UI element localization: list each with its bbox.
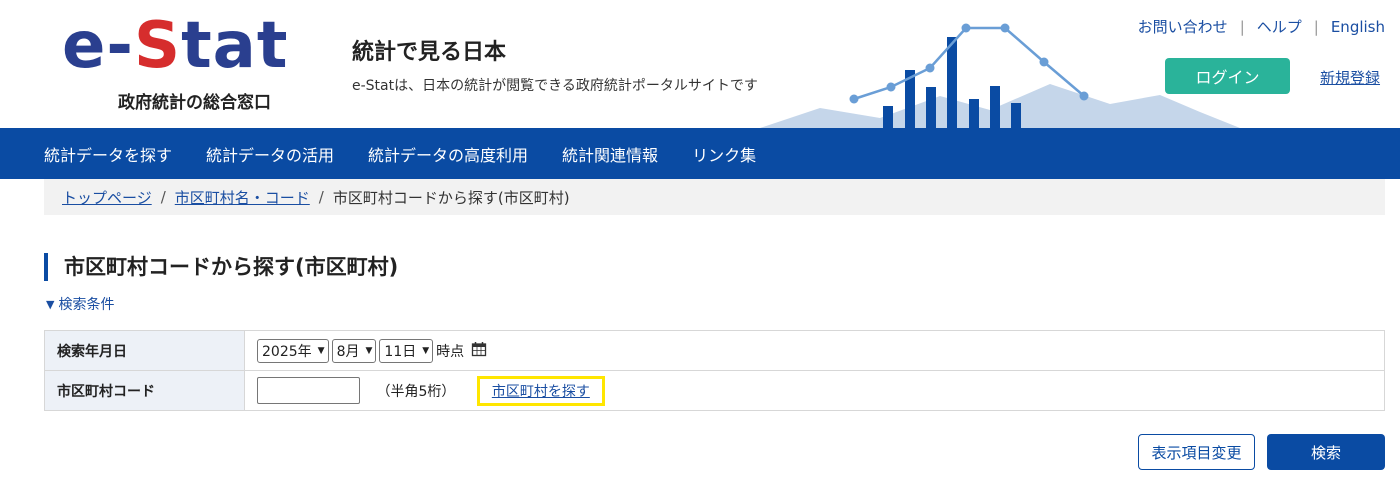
municipality-code-cell: （半角5桁） 市区町村を探す [244, 370, 1385, 411]
date-suffix: 時点 [436, 343, 465, 360]
change-display-items-button[interactable]: 表示項目変更 [1138, 434, 1255, 470]
logo-subtitle: 政府統計の総合窓口 [118, 93, 271, 113]
logo-wordmark-text: e-Stat [62, 9, 289, 83]
logo-wordmark: e-Stat [62, 10, 288, 82]
page-title: 市区町村コードから探す(市区町村) [44, 253, 398, 281]
date-label: 検索年月日 [44, 330, 245, 371]
site-header: e-Stat 政府統計の総合窓口 統計で見る日本 e-Statは、日本の統計が閲… [0, 0, 1400, 128]
utility-separator: | [1239, 17, 1245, 36]
chevron-down-icon: ▼ [365, 345, 373, 356]
chevron-down-icon: ▼ [422, 345, 430, 356]
global-nav: 統計データを探す 統計データの活用 統計データの高度利用 統計関連情報 リンク集 [0, 128, 1400, 179]
search-button[interactable]: 検索 [1267, 434, 1385, 470]
triangle-down-icon: ▼ [46, 297, 55, 311]
search-conditions-toggle[interactable]: ▼ 検索条件 [46, 294, 114, 314]
register-link[interactable]: 新規登録 [1320, 67, 1380, 88]
nav-item-advanced-usage[interactable]: 統計データの高度利用 [368, 142, 528, 166]
nav-item-related-info[interactable]: 統計関連情報 [562, 142, 658, 166]
breadcrumb-separator: / [318, 188, 324, 206]
search-conditions-label: 検索条件 [58, 297, 115, 313]
help-link[interactable]: ヘルプ [1257, 16, 1302, 37]
code-format-note: （半角5桁） [376, 383, 456, 400]
utility-separator: | [1313, 17, 1319, 36]
chevron-down-icon: ▼ [317, 345, 325, 356]
contact-link[interactable]: お問い合わせ [1138, 16, 1228, 37]
nav-item-data-usage[interactable]: 統計データの活用 [206, 142, 334, 166]
search-municipality-highlight: 市区町村を探す [476, 375, 605, 406]
english-link[interactable]: English [1331, 18, 1385, 36]
utility-links: お問い合わせ | ヘルプ | English [1138, 16, 1385, 37]
nav-item-find-data[interactable]: 統計データを探す [44, 142, 172, 166]
breadcrumb-top[interactable]: トップページ [62, 187, 152, 208]
day-select[interactable]: 11日 ▼ [379, 338, 434, 363]
day-select-value: 11日 [384, 343, 417, 360]
breadcrumb-municipality[interactable]: 市区町村名・コード [175, 187, 310, 208]
date-cell: 2025年 ▼ 8月 ▼ 11日 ▼ 時点 [244, 330, 1385, 371]
year-select[interactable]: 2025年 ▼ [257, 338, 329, 363]
estat-logo[interactable]: e-Stat 政府統計の総合窓口 [62, 10, 302, 120]
search-municipality-link[interactable]: 市区町村を探す [492, 384, 590, 400]
site-description: e-Statは、日本の統計が閲覧できる政府統計ポータルサイトです [352, 78, 758, 94]
search-conditions-table: 検索年月日 2025年 ▼ 8月 ▼ 11日 ▼ 時点 市区町村コード （半角5… [44, 330, 1385, 411]
nav-item-links[interactable]: リンク集 [692, 142, 756, 166]
calendar-icon[interactable] [471, 341, 487, 361]
login-button[interactable]: ログイン [1165, 58, 1290, 94]
year-select-value: 2025年 [262, 343, 312, 360]
month-select-value: 8月 [336, 343, 360, 360]
site-title: 統計で見る日本 [352, 40, 507, 65]
municipality-code-input[interactable] [257, 377, 360, 404]
breadcrumb-current: 市区町村コードから探す(市区町村) [332, 188, 570, 207]
breadcrumb: トップページ / 市区町村名・コード / 市区町村コードから探す(市区町村) [44, 179, 1385, 215]
table-row: 市区町村コード （半角5桁） 市区町村を探す [44, 370, 1385, 411]
breadcrumb-separator: / [160, 188, 166, 206]
month-select[interactable]: 8月 ▼ [331, 338, 377, 363]
municipality-code-label: 市区町村コード [44, 370, 245, 411]
table-row: 検索年月日 2025年 ▼ 8月 ▼ 11日 ▼ 時点 [44, 330, 1385, 371]
